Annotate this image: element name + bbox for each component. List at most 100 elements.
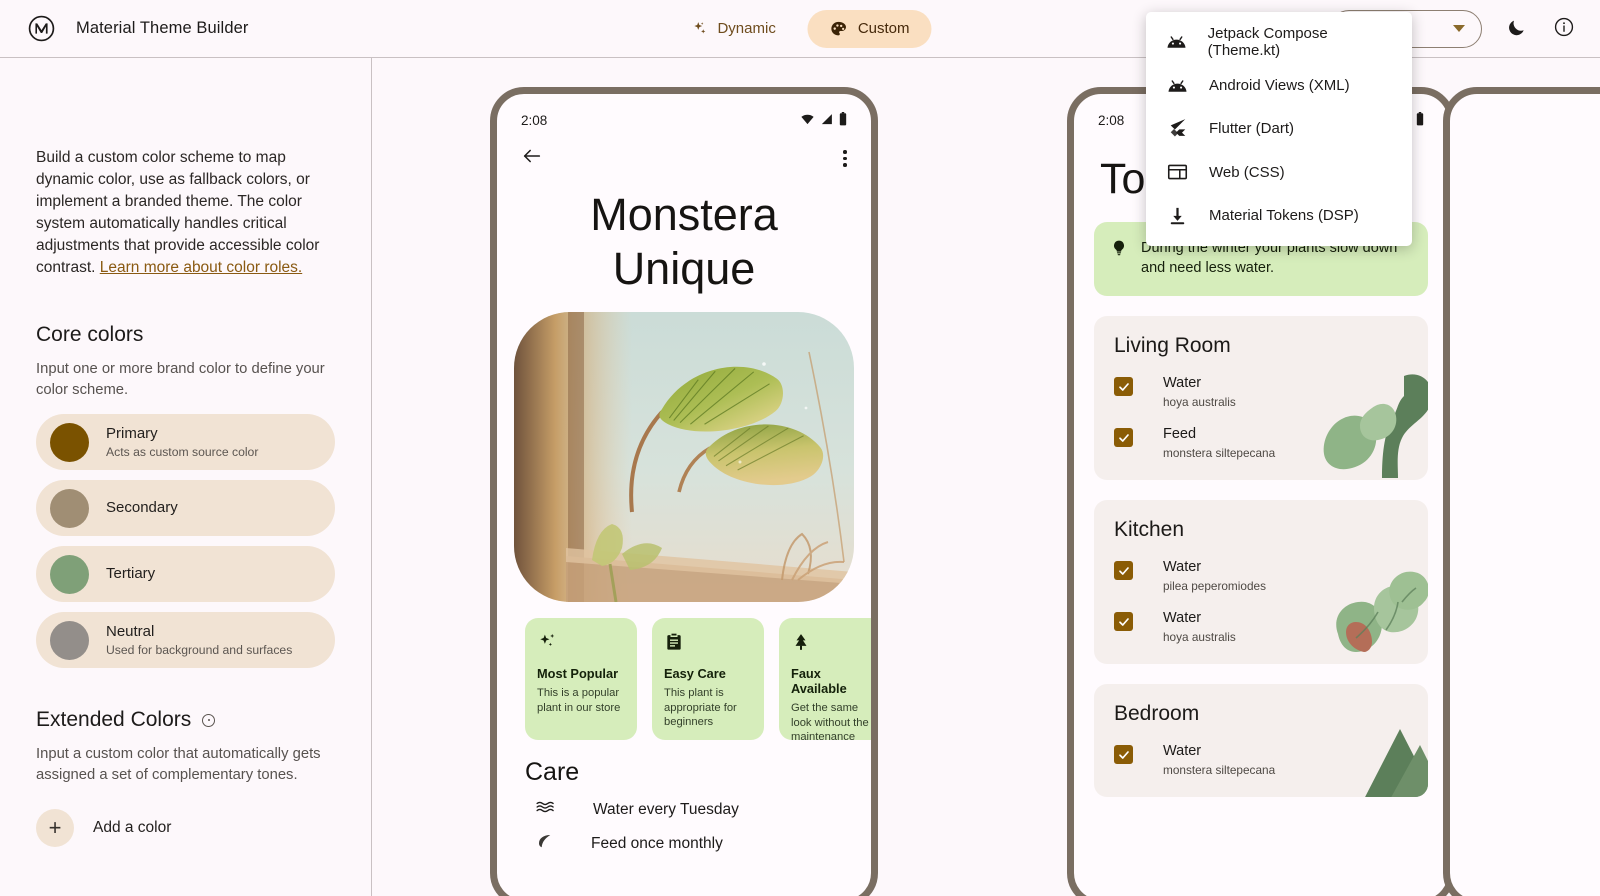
feature-chip-title: Faux Available	[791, 666, 847, 696]
core-color-row-neutral[interactable]: Neutral Used for background and surfaces	[36, 612, 335, 668]
download-icon	[1165, 206, 1190, 226]
plus-icon: +	[36, 809, 74, 847]
color-swatch-primary[interactable]	[50, 422, 89, 462]
status-icons	[800, 112, 847, 129]
lightbulb-icon	[1110, 238, 1128, 278]
menu-item-label: Android Views (XML)	[1209, 76, 1350, 94]
core-colors-heading: Core colors	[36, 323, 144, 346]
more-vert-icon[interactable]	[843, 150, 847, 167]
task-row[interactable]: Water pilea peperomiodes	[1114, 559, 1408, 593]
room-leaf-art	[1365, 729, 1428, 797]
core-colors-subtitle: Input one or more brand color to define …	[36, 361, 325, 398]
task-plant: pilea peperomiodes	[1163, 579, 1266, 593]
task-row[interactable]: Feed monstera siltepecana	[1114, 426, 1408, 460]
theme-mode-switch: Dynamic Custom	[668, 9, 932, 48]
extended-colors-subtitle: Input a custom color that automatically …	[36, 746, 321, 783]
app-bar	[497, 129, 871, 172]
task-action: Water	[1163, 559, 1202, 575]
custom-mode-label: Custom	[857, 20, 910, 37]
feature-chip-body: This plant is appropriate for beginners	[664, 687, 737, 728]
sidebar-intro-text: Build a custom color scheme to map dynam…	[36, 149, 320, 276]
add-color-button[interactable]: + Add a color	[36, 809, 335, 847]
export-format-menu: Jetpack Compose (Theme.kt) Android Views…	[1146, 12, 1412, 246]
plant-title: Monstera Unique	[590, 189, 778, 294]
battery-icon	[839, 112, 847, 129]
menu-item-web-css[interactable]: Web (CSS)	[1146, 151, 1412, 195]
core-color-row-tertiary[interactable]: Tertiary	[36, 546, 335, 602]
care-list-item: Feed once monthly	[535, 832, 871, 855]
moon-icon	[1506, 17, 1527, 41]
core-color-row-primary[interactable]: Primary Acts as custom source color	[36, 414, 335, 470]
core-color-desc: Acts as custom source color	[106, 445, 259, 459]
status-time: 2:08	[521, 113, 548, 128]
task-plant: hoya australis	[1163, 395, 1236, 409]
app-title: Material Theme Builder	[76, 19, 249, 37]
feature-chip-row: Most Popular This is a popular plant in …	[497, 602, 871, 743]
color-swatch-secondary[interactable]	[50, 488, 89, 528]
info-button[interactable]	[1550, 15, 1578, 43]
arrow-back-icon[interactable]	[521, 145, 543, 172]
feature-chip-body: Get the same look without the maintenanc…	[791, 702, 869, 743]
feature-chip[interactable]: Easy Care This plant is appropriate for …	[652, 618, 764, 740]
feature-chip[interactable]: Faux Available Get the same look without…	[779, 618, 871, 743]
extended-colors-header: Extended Colors	[36, 708, 335, 732]
color-swatch-neutral[interactable]	[50, 620, 89, 660]
dark-mode-toggle[interactable]	[1502, 15, 1530, 43]
core-color-name: Neutral	[106, 623, 155, 640]
core-color-desc: Used for background and surfaces	[106, 643, 293, 657]
flutter-icon	[1165, 118, 1190, 140]
menu-item-android-views[interactable]: Android Views (XML)	[1146, 64, 1412, 108]
menu-item-material-tokens[interactable]: Material Tokens (DSP)	[1146, 194, 1412, 238]
app-root: Material Theme Builder Dynamic Custom Bu…	[0, 0, 1600, 896]
menu-item-jetpack-compose[interactable]: Jetpack Compose (Theme.kt)	[1146, 20, 1412, 64]
task-row[interactable]: Water hoya australis	[1114, 610, 1408, 644]
custom-mode-button[interactable]: Custom	[807, 9, 932, 48]
task-checkbox[interactable]	[1114, 612, 1133, 631]
task-action: Feed	[1163, 426, 1197, 442]
sparkle-icon	[690, 20, 707, 37]
phone-preview-detail: 2:08 Monstera Unique Most Popular This i…	[490, 87, 878, 896]
material-theme-logo-icon	[28, 15, 55, 42]
water-waves-icon	[535, 799, 557, 820]
task-checkbox[interactable]	[1114, 428, 1133, 447]
palette-icon	[830, 20, 848, 38]
plant-photo	[514, 312, 854, 602]
clipboard-icon	[664, 631, 752, 657]
task-plant: hoya australis	[1163, 630, 1236, 644]
room-name: Living Room	[1114, 334, 1231, 357]
chevron-down-icon	[1453, 25, 1465, 32]
care-heading: Care	[525, 758, 580, 786]
room-card: Kitchen Water pilea peperomiodes Water h…	[1094, 500, 1428, 664]
web-layout-icon	[1165, 163, 1190, 181]
task-checkbox[interactable]	[1114, 561, 1133, 580]
battery-icon	[1416, 112, 1424, 129]
add-color-label: Add a color	[93, 819, 172, 836]
menu-item-flutter[interactable]: Flutter (Dart)	[1146, 107, 1412, 151]
dynamic-mode-label: Dynamic	[717, 20, 776, 37]
room-name: Kitchen	[1114, 518, 1185, 541]
core-color-row-secondary[interactable]: Secondary	[36, 480, 335, 536]
android-icon	[1165, 78, 1190, 93]
core-colors-list: Primary Acts as custom source color Seco…	[36, 414, 335, 668]
feature-chip[interactable]: Most Popular This is a popular plant in …	[525, 618, 637, 740]
care-item-label: Water every Tuesday	[593, 800, 739, 818]
info-circle-icon	[1553, 16, 1575, 41]
task-row[interactable]: Water hoya australis	[1114, 375, 1408, 409]
color-roles-link[interactable]: Learn more about color roles.	[100, 259, 302, 276]
phone-preview-third	[1443, 87, 1600, 896]
extended-colors-heading: Extended Colors	[36, 708, 192, 731]
dynamic-mode-button[interactable]: Dynamic	[668, 10, 797, 47]
task-checkbox[interactable]	[1114, 745, 1133, 764]
task-plant: monstera siltepecana	[1163, 446, 1276, 460]
sparkle-icon	[537, 631, 625, 657]
task-row[interactable]: Water monstera siltepecana	[1114, 743, 1408, 777]
status-bar: 2:08	[497, 94, 871, 129]
care-item-label: Feed once monthly	[591, 834, 723, 852]
info-circle-icon[interactable]	[202, 713, 216, 727]
status-time: 2:08	[1098, 113, 1125, 128]
color-swatch-tertiary[interactable]	[50, 554, 89, 594]
sidebar: Build a custom color scheme to map dynam…	[0, 58, 372, 896]
task-checkbox[interactable]	[1114, 377, 1133, 396]
brand: Material Theme Builder	[0, 15, 248, 42]
sidebar-intro: Build a custom color scheme to map dynam…	[36, 147, 335, 279]
